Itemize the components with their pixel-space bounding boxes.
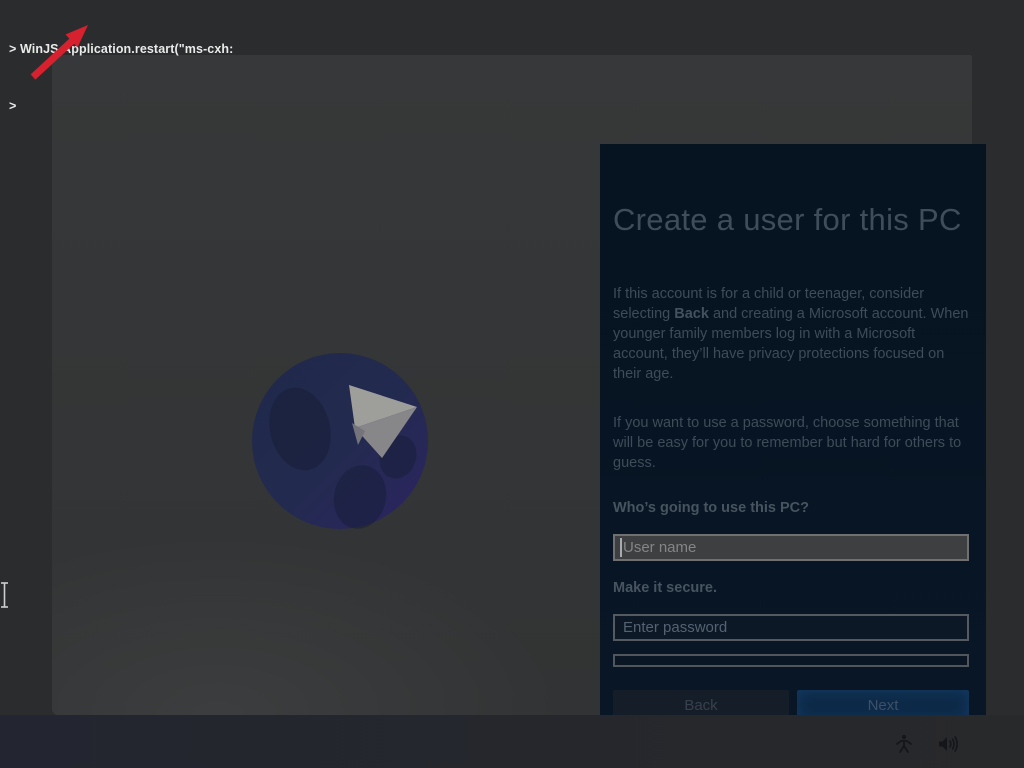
- username-label: Who’s going to use this PC?: [613, 500, 809, 516]
- ease-of-access-icon[interactable]: [893, 733, 915, 755]
- password-hint-text: If you want to use a password, choose so…: [613, 413, 969, 473]
- account-intro-text: If this account is for a child or teenag…: [613, 284, 969, 384]
- globe-paper-plane-illustration: [248, 349, 432, 533]
- intro-text-bold-back: Back: [674, 306, 709, 322]
- create-user-dialog: Create a user for this PC If this accoun…: [600, 144, 986, 734]
- password-input[interactable]: [613, 614, 969, 641]
- secure-label: Make it secure.: [613, 580, 717, 596]
- bottom-taskbar: [0, 715, 1024, 768]
- console-line-2: >: [9, 97, 233, 116]
- text-ibeam-cursor: [0, 581, 12, 609]
- text-caret: [620, 538, 622, 557]
- confirm-password-input[interactable]: [613, 654, 969, 667]
- dialog-title: Create a user for this PC: [613, 202, 973, 238]
- username-input[interactable]: [613, 534, 969, 561]
- oobe-screen-background: Create a user for this PC If this accoun…: [52, 55, 972, 715]
- volume-icon[interactable]: [938, 735, 962, 753]
- red-annotation-arrow: [20, 15, 100, 90]
